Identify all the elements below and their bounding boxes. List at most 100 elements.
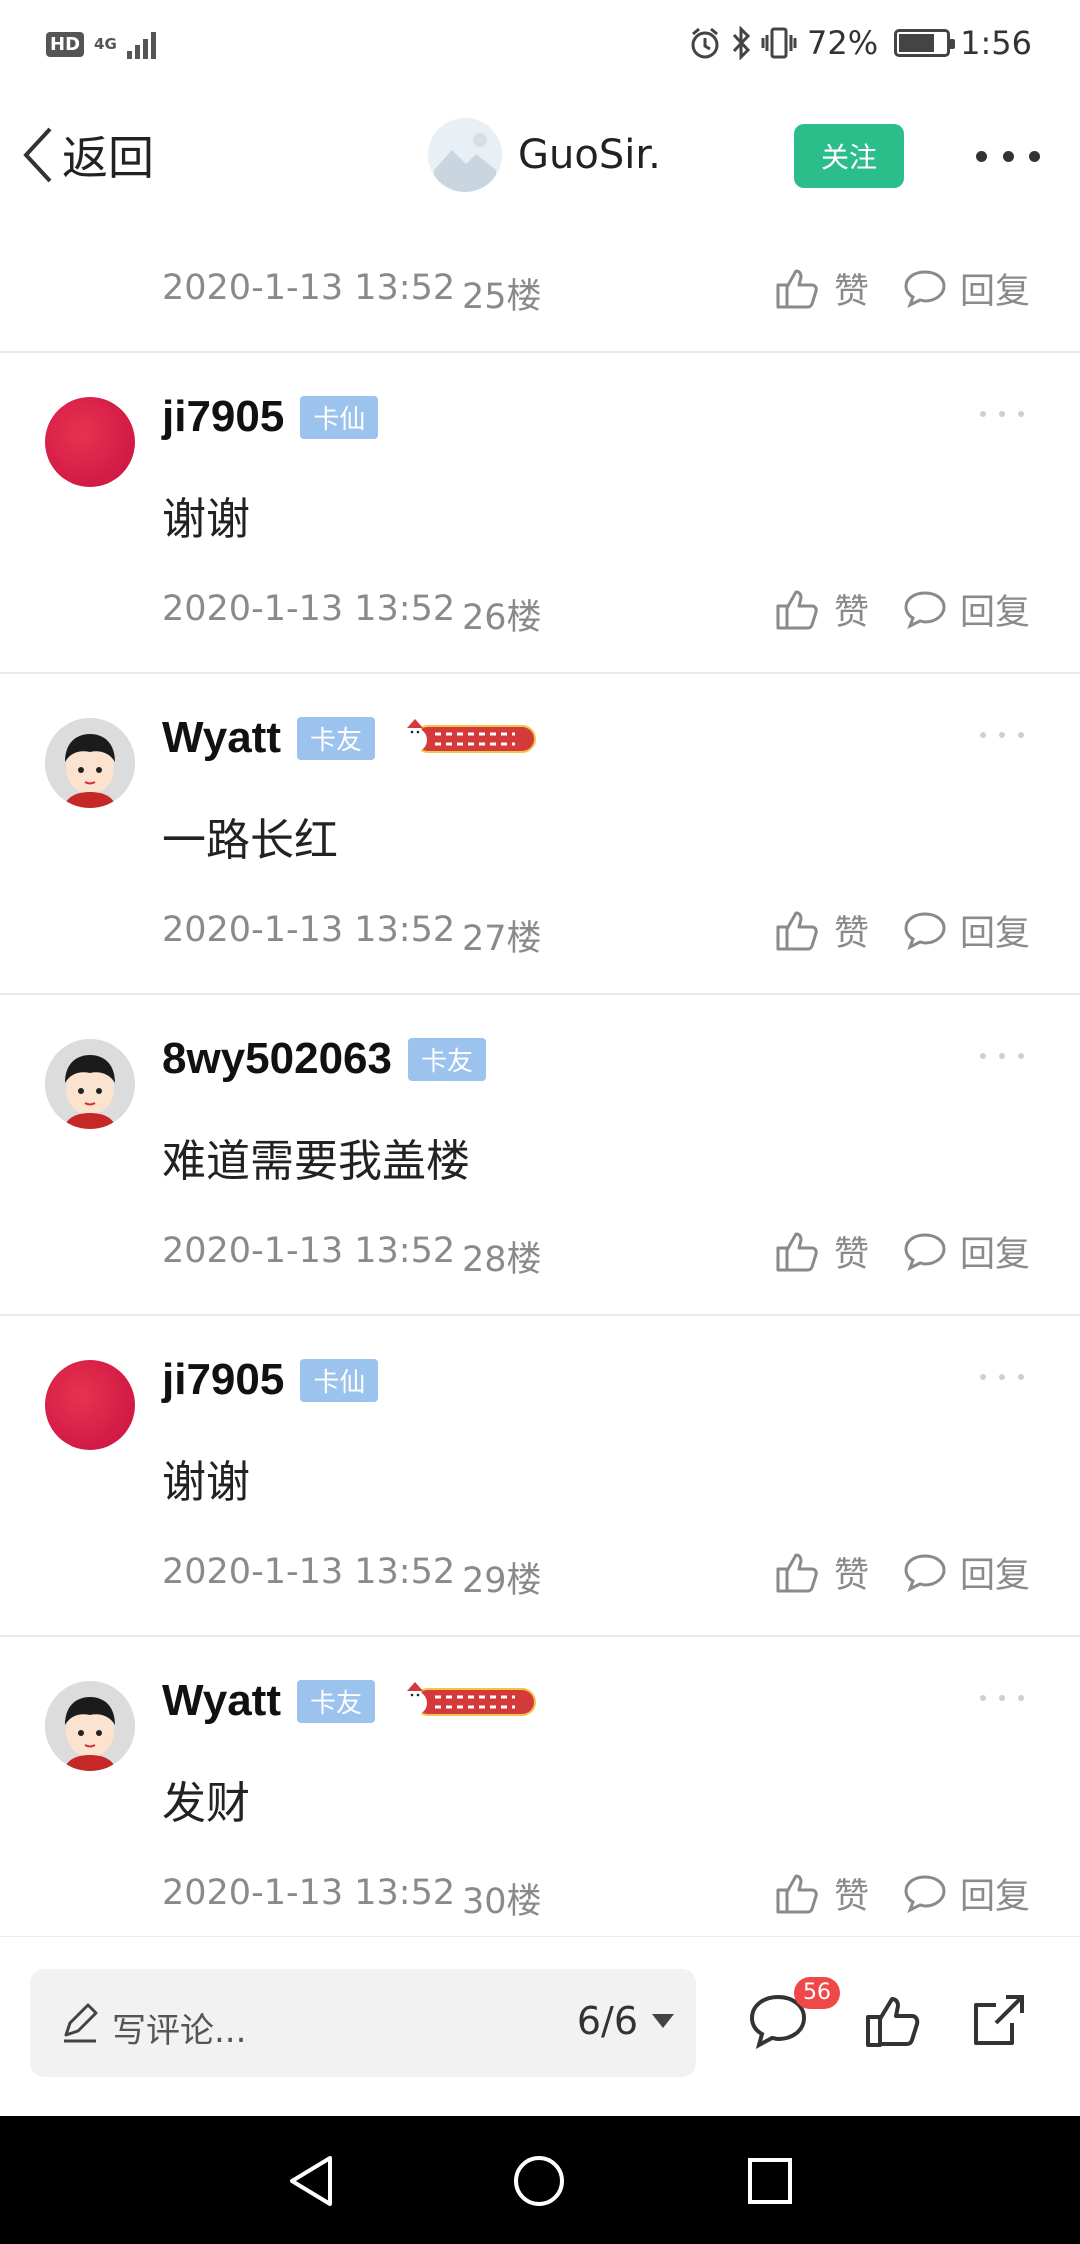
username[interactable]: Wyatt bbox=[162, 713, 281, 763]
level-tag: 卡友 bbox=[296, 1679, 375, 1723]
level-tag: 卡友 bbox=[296, 716, 375, 760]
reply-label: 回复 bbox=[960, 1876, 1031, 1917]
level-tag: 卡仙 bbox=[300, 1358, 379, 1402]
back-button[interactable]: 返回 bbox=[20, 122, 154, 188]
avatar[interactable] bbox=[45, 1360, 135, 1450]
level-tag: 卡仙 bbox=[300, 395, 379, 439]
back-triangle-icon[interactable] bbox=[286, 2154, 336, 2208]
like-button[interactable]: 赞 bbox=[774, 902, 869, 958]
like-button[interactable]: 赞 bbox=[774, 1865, 869, 1921]
avatar[interactable] bbox=[45, 718, 135, 808]
floor-more-button[interactable] bbox=[980, 1695, 1024, 1707]
page-indicator: 6/6 bbox=[576, 1999, 638, 2043]
recents-square-icon[interactable] bbox=[746, 2154, 794, 2208]
floor-number: 28楼 bbox=[462, 1240, 542, 1280]
like-button[interactable]: 赞 bbox=[774, 581, 869, 637]
reply-button[interactable]: 回复 bbox=[902, 1865, 1030, 1921]
name-row: ji7905 卡仙 bbox=[162, 1352, 379, 1408]
like-label: 赞 bbox=[834, 1234, 870, 1275]
reply-content: 谢谢 bbox=[162, 1457, 250, 1508]
floor-more-button[interactable] bbox=[980, 411, 1024, 423]
reply-button[interactable]: 回复 bbox=[902, 1223, 1030, 1279]
alarm-icon bbox=[691, 27, 719, 59]
speech-bubble-icon bbox=[904, 912, 946, 950]
reply-label: 回复 bbox=[960, 271, 1031, 312]
level-tag: 卡友 bbox=[408, 1037, 487, 1081]
floor-more-button[interactable] bbox=[980, 1374, 1024, 1386]
reply-button[interactable]: 回复 bbox=[902, 902, 1030, 958]
speech-bubble-icon bbox=[904, 591, 946, 629]
reply-content: 一路长红 bbox=[162, 815, 338, 866]
reply-label: 回复 bbox=[960, 913, 1031, 954]
battery-icon bbox=[894, 29, 956, 57]
like-button[interactable]: 赞 bbox=[774, 260, 869, 316]
follow-button[interactable]: 关注 bbox=[794, 124, 904, 188]
avatar[interactable] bbox=[45, 397, 135, 487]
like-label: 赞 bbox=[834, 913, 870, 954]
floor-more-button[interactable] bbox=[980, 732, 1024, 744]
floor-meta: 2020-1-13 13:52 29楼 赞 回复 bbox=[0, 1542, 1080, 1602]
post-header: 返回 GuoSir. 关注 bbox=[0, 86, 1080, 226]
reply-content: 发财 bbox=[162, 1778, 250, 1829]
page-selector[interactable]: 6/6 bbox=[577, 1999, 676, 2043]
floor-more-button[interactable] bbox=[980, 1053, 1024, 1065]
name-row: 8wy502063 卡友 bbox=[162, 1031, 487, 1087]
floor-item: 2020-1-13 13:52 25楼 赞 回复 bbox=[0, 226, 1080, 353]
thumbs-up-icon bbox=[776, 1874, 818, 1914]
floor-meta: 2020-1-13 13:52 28楼 赞 回复 bbox=[0, 1221, 1080, 1281]
thumbs-up-icon bbox=[776, 590, 818, 630]
reply-label: 回复 bbox=[960, 1234, 1031, 1275]
floor-number: 30楼 bbox=[462, 1882, 542, 1922]
avatar[interactable] bbox=[45, 1681, 135, 1771]
vibrate-icon bbox=[761, 27, 797, 59]
username[interactable]: ji7905 bbox=[162, 1355, 284, 1405]
author-name[interactable]: GuoSir. bbox=[518, 132, 661, 178]
floor-meta: 2020-1-13 13:52 25楼 赞 回复 bbox=[0, 258, 1080, 318]
home-circle-icon[interactable] bbox=[512, 2154, 566, 2208]
name-row: ji7905 卡仙 bbox=[162, 389, 379, 445]
floor-item: Wyatt 卡友 发财 2020-1-13 13:52 30楼 赞 回复 bbox=[0, 1637, 1080, 1936]
floor-number: 29楼 bbox=[462, 1561, 542, 1601]
name-row: Wyatt 卡友 bbox=[162, 1673, 537, 1729]
system-nav-bar bbox=[0, 2116, 1080, 2244]
floor-number: 25楼 bbox=[462, 277, 542, 317]
like-button[interactable]: 赞 bbox=[774, 1223, 869, 1279]
thumbs-up-icon[interactable] bbox=[864, 1993, 920, 2049]
username[interactable]: ji7905 bbox=[162, 392, 284, 442]
username[interactable]: Wyatt bbox=[162, 1676, 281, 1726]
speech-bubble-icon bbox=[904, 1875, 946, 1913]
bottom-action-bar: 写评论... 6/6 56 bbox=[0, 1936, 1080, 2116]
author-avatar[interactable] bbox=[428, 118, 502, 192]
share-icon[interactable] bbox=[968, 1993, 1026, 2049]
avatar[interactable] bbox=[45, 1039, 135, 1129]
reply-button[interactable]: 回复 bbox=[902, 260, 1030, 316]
chevron-left-icon bbox=[23, 127, 52, 183]
bluetooth-icon bbox=[732, 26, 751, 60]
reply-label: 回复 bbox=[960, 592, 1031, 633]
status-bar: HD 4G 72% 1:56 bbox=[0, 0, 1080, 86]
comment-input[interactable]: 写评论... 6/6 bbox=[30, 1969, 696, 2077]
like-button[interactable]: 赞 bbox=[774, 1544, 869, 1600]
dropdown-triangle-icon bbox=[652, 2014, 674, 2028]
username[interactable]: 8wy502063 bbox=[162, 1034, 392, 1084]
floor-time: 2020-1-13 13:52 bbox=[162, 1552, 456, 1592]
speech-bubble-icon bbox=[904, 1554, 946, 1592]
network-type: 4G bbox=[94, 35, 117, 53]
more-options-button[interactable] bbox=[976, 138, 1040, 174]
like-label: 赞 bbox=[834, 1555, 870, 1596]
christmas-badge-icon bbox=[403, 719, 536, 753]
floor-time: 2020-1-13 13:52 bbox=[162, 1873, 456, 1913]
reply-content: 谢谢 bbox=[162, 494, 250, 545]
speech-bubble-icon bbox=[904, 1233, 946, 1271]
name-row: Wyatt 卡友 bbox=[162, 710, 537, 766]
reply-label: 回复 bbox=[960, 1555, 1031, 1596]
battery-fill bbox=[899, 34, 935, 52]
like-label: 赞 bbox=[834, 271, 870, 312]
floor-item: Wyatt 卡友 一路长红 2020-1-13 13:52 27楼 赞 回复 bbox=[0, 674, 1080, 995]
back-label: 返回 bbox=[62, 131, 154, 185]
floor-time: 2020-1-13 13:52 bbox=[162, 1231, 456, 1271]
pen-icon bbox=[64, 2003, 98, 2043]
comment-count-badge: 56 bbox=[794, 1977, 840, 2009]
reply-button[interactable]: 回复 bbox=[902, 581, 1030, 637]
reply-button[interactable]: 回复 bbox=[902, 1544, 1030, 1600]
